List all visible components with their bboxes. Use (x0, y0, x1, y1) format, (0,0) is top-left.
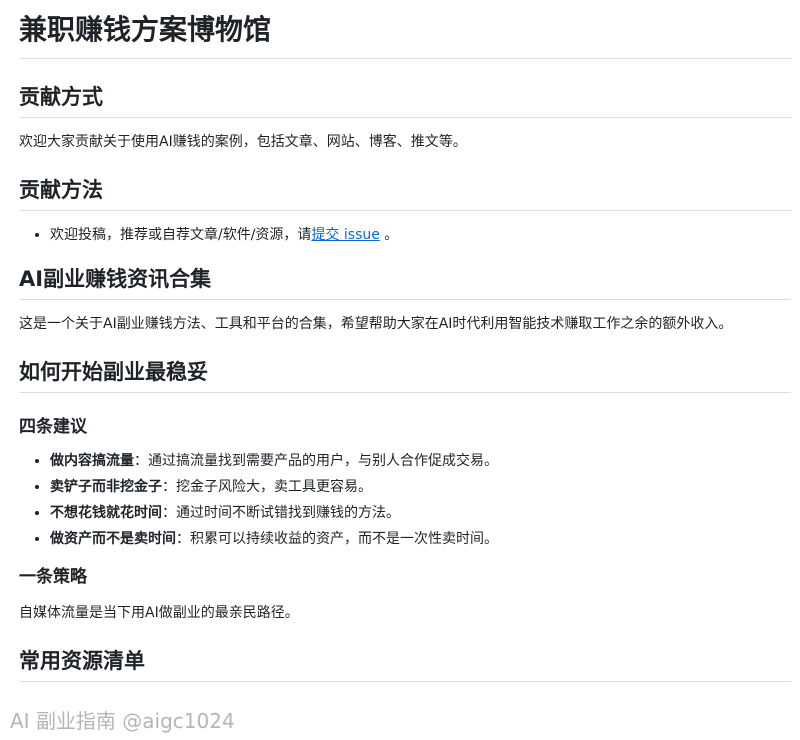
contribution-way-text: 欢迎大家贡献关于使用AI赚钱的案例，包括文章、网站、博客、推文等。 (19, 134, 467, 150)
list-item: 做内容搞流量：通过搞流量找到需要产品的用户，与别人合作促成交易。 (50, 449, 791, 473)
contribution-method-suffix: 。 (379, 227, 399, 243)
tip-text: ：积累可以持续收益的资产，而不是一次性卖时间。 (176, 531, 498, 547)
heading-contribution-method: 贡献方法 (19, 176, 791, 211)
tip-text: ：挖金子风险大，卖工具更容易。 (162, 479, 372, 495)
watermark: AI 副业指南 @aigc1024 (10, 709, 235, 733)
submit-issue-link[interactable]: 提交 issue (311, 227, 379, 243)
heading-contribution-way: 贡献方式 (19, 83, 791, 118)
list-item: 做资产而不是卖时间：积累可以持续收益的资产，而不是一次性卖时间。 (50, 527, 791, 551)
readme-content: 兼职赚钱方案博物馆 贡献方式 欢迎大家贡献关于使用AI赚钱的案例，包括文章、网站… (19, 0, 791, 682)
tip-title: 做内容搞流量 (50, 453, 134, 469)
contribution-method-list: 欢迎投稿，推荐或自荐文章/软件/资源，请提交 issue 。 (19, 223, 791, 247)
news-text: 这是一个关于AI副业赚钱方法、工具和平台的合集，希望帮助大家在AI时代利用智能技… (19, 316, 733, 332)
heading-one-strategy: 一条策略 (19, 567, 87, 587)
tip-title: 做资产而不是卖时间 (50, 531, 176, 547)
heading-news: AI副业赚钱资讯合集 (19, 265, 791, 300)
page-title: 兼职赚钱方案博物馆 (19, 0, 791, 59)
contribution-method-text: 欢迎投稿，推荐或自荐文章/软件/资源，请 (50, 227, 312, 243)
list-item: 不想花钱就花时间：通过时间不断试错找到赚钱的方法。 (50, 501, 791, 525)
tip-title: 不想花钱就花时间 (50, 505, 162, 521)
heading-how-to-start: 如何开始副业最稳妥 (19, 358, 791, 393)
one-strategy-text: 自媒体流量是当下用AI做副业的最亲民路径。 (19, 605, 299, 621)
tip-title: 卖铲子而非挖金子 (50, 479, 162, 495)
four-tips-list: 做内容搞流量：通过搞流量找到需要产品的用户，与别人合作促成交易。 卖铲子而非挖金… (19, 449, 791, 551)
heading-resources: 常用资源清单 (19, 647, 791, 682)
tip-text: ：通过时间不断试错找到赚钱的方法。 (162, 505, 400, 521)
list-item: 卖铲子而非挖金子：挖金子风险大，卖工具更容易。 (50, 475, 791, 499)
list-item: 欢迎投稿，推荐或自荐文章/软件/资源，请提交 issue 。 (50, 223, 791, 247)
heading-four-tips: 四条建议 (19, 417, 87, 437)
tip-text: ：通过搞流量找到需要产品的用户，与别人合作促成交易。 (134, 453, 498, 469)
